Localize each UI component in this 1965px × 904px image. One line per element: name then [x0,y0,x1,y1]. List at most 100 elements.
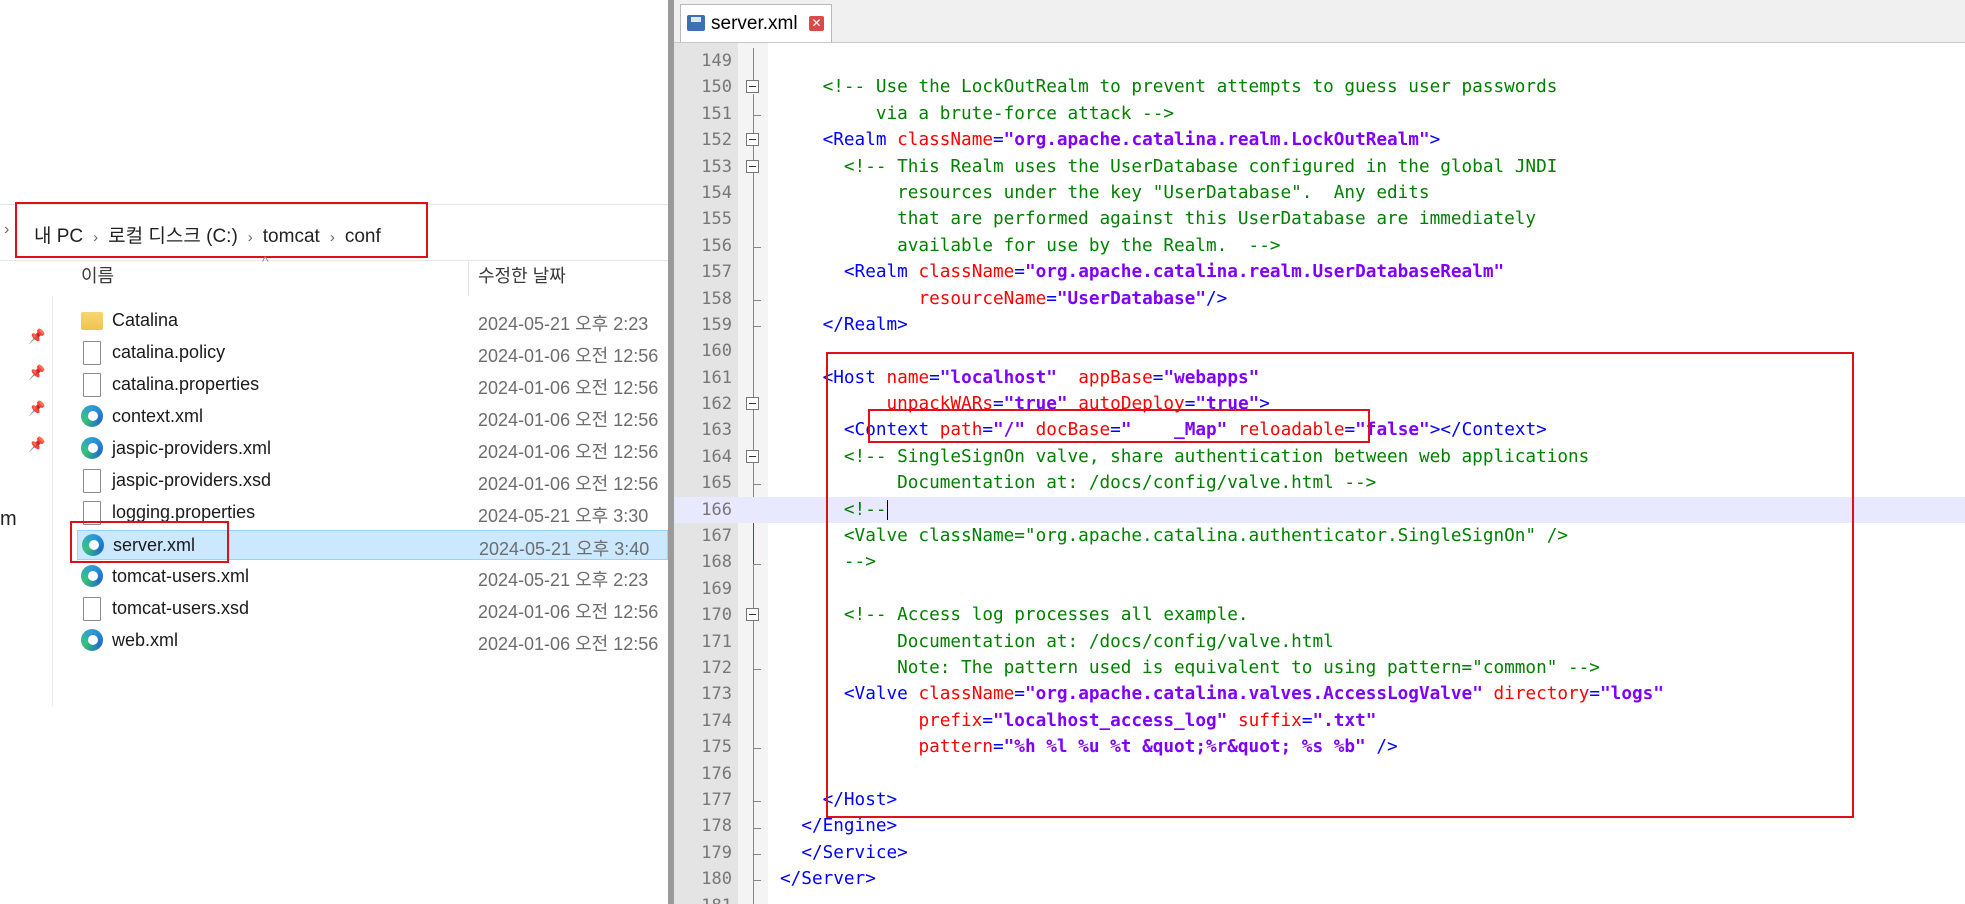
pin-icon[interactable]: 📌 [28,328,45,345]
address-bar[interactable]: › 내 PC › 로컬 디스크 (C:) › tomcat › conf [0,204,668,261]
code-line[interactable]: 150 <!-- Use the LockOutRealm to prevent… [674,74,1965,100]
code-token: " _Map" [1120,420,1228,441]
file-row-server-xml[interactable]: server.xml 2024-05-21 오후 3:40 [77,530,668,560]
file-row-jaspic-providers-xsd[interactable]: jaspic-providers.xsd 2024-01-06 오전 12:56 [77,466,668,496]
code-line[interactable]: 166 <!-- [674,496,1965,524]
file-name: jaspic-providers.xsd [112,470,272,490]
file-name: server.xml [113,535,196,555]
code-text: Documentation at: /docs/config/valve.htm… [780,470,1376,496]
code-line[interactable]: 167 <Valve className="org.apache.catalin… [674,523,1965,549]
code-line[interactable]: 170 <!-- Access log processes all exampl… [674,602,1965,628]
breadcrumb-item-local-disk[interactable]: 로컬 디스크 (C:) [108,226,238,247]
file-row-web-xml[interactable]: web.xml 2024-01-06 오전 12:56 [77,626,668,656]
code-line[interactable]: 171 Documentation at: /docs/config/valve… [674,629,1965,655]
code-line[interactable]: 176 [674,761,1965,787]
code-token: > [1429,130,1441,151]
file-row-tomcat-users-xml[interactable]: tomcat-users.xml 2024-05-21 오후 2:23 [77,562,668,592]
code-text: <!-- [780,497,888,523]
file-name: catalina.properties [112,374,260,394]
code-line[interactable]: 159 </Realm> [674,312,1965,338]
code-token: "logs" [1600,684,1664,705]
code-text: available for use by the Realm. --> [780,233,1280,259]
code-token: "localhost" [939,367,1057,388]
code-line[interactable]: 155 that are performed against this User… [674,206,1965,232]
file-row-logging-properties[interactable]: logging.properties 2024-05-21 오후 3:30 [77,498,668,528]
code-line[interactable]: 163 <Context path="/" docBase=" _Map" re… [674,417,1965,443]
code-text: resources under the key "UserDatabase". … [780,180,1429,206]
file-row-jaspic-providers-xml[interactable]: jaspic-providers.xml 2024-01-06 오전 12:56 [77,434,668,464]
code-line[interactable]: 175 pattern="%h %l %u %t &quot;%r&quot; … [674,734,1965,760]
code-line[interactable]: 178 </Engine> [674,813,1965,839]
line-number: 156 [701,235,732,256]
code-line[interactable]: 168 --> [674,549,1965,575]
code-text: <Host name="localhost" appBase="webapps" [780,365,1260,391]
column-header-modified-date[interactable]: 수정한 날짜 [478,262,566,294]
chevron-right-icon[interactable]: › [4,221,9,239]
file-date: 2024-05-21 오후 3:30 [478,506,649,526]
code-line[interactable]: 173 <Valve className="org.apache.catalin… [674,681,1965,707]
close-icon[interactable]: ✕ [809,16,824,31]
pin-icon[interactable]: 📌 [28,436,45,453]
file-row-context-xml[interactable]: context.xml 2024-01-06 오전 12:56 [77,402,668,432]
breadcrumb-item-tomcat[interactable]: tomcat [263,226,320,247]
code-line[interactable]: 149 [674,48,1965,74]
file-name: context.xml [112,406,204,426]
code-line[interactable]: 179 </Service> [674,840,1965,866]
file-row-catalina[interactable]: Catalina 2024-05-21 오후 2:23 [77,306,668,336]
code-line[interactable]: 164 <!-- SingleSignOn valve, share authe… [674,444,1965,470]
code-text: </Engine> [780,813,897,839]
code-text: <Realm className="org.apache.catalina.re… [780,127,1441,153]
file-row-catalina-policy[interactable]: catalina.policy 2024-01-06 오전 12:56 [77,338,668,368]
code-line[interactable]: 153 <!-- This Realm uses the UserDatabas… [674,154,1965,180]
code-line[interactable]: 177 </Host> [674,787,1965,813]
code-line[interactable]: 154 resources under the key "UserDatabas… [674,180,1965,206]
line-number: 170 [701,605,732,626]
pin-icon[interactable]: 📌 [28,364,45,381]
line-number: 152 [701,130,732,151]
code-line[interactable]: 174 prefix="localhost_access_log" suffix… [674,708,1965,734]
code-line[interactable]: 161 <Host name="localhost" appBase="weba… [674,365,1965,391]
code-line[interactable]: 151 via a brute-force attack --> [674,101,1965,127]
code-line[interactable]: 172 Note: The pattern used is equivalent… [674,655,1965,681]
code-line[interactable]: 165 Documentation at: /docs/config/valve… [674,470,1965,496]
code-line[interactable]: 160 [674,338,1965,364]
code-line[interactable]: 169 [674,576,1965,602]
line-number: 169 [701,578,732,599]
code-line[interactable]: 156 available for use by the Realm. --> [674,233,1965,259]
line-number: 155 [701,209,732,230]
line-number: 167 [701,526,732,547]
code-line[interactable]: 152 <Realm className="org.apache.catalin… [674,127,1965,153]
tab-server-xml[interactable]: server.xml ✕ [680,4,832,42]
line-number: 160 [701,341,732,362]
code-text: prefix="localhost_access_log" suffix=".t… [780,708,1376,734]
code-line[interactable]: 162 unpackWARs="true" autoDeploy="true"> [674,391,1965,417]
code-token: name [886,367,930,388]
code-token: = [1152,367,1164,388]
file-row-tomcat-users-xsd[interactable]: tomcat-users.xsd 2024-01-06 오전 12:56 [77,594,668,624]
code-text: </Service> [780,840,908,866]
code-line[interactable]: 157 <Realm className="org.apache.catalin… [674,259,1965,285]
column-divider[interactable] [468,262,469,296]
code-line[interactable]: 158 resourceName="UserDatabase"/> [674,286,1965,312]
code-line[interactable]: 180 </Server> [674,866,1965,892]
line-number: 177 [701,789,732,810]
breadcrumb-item-conf[interactable]: conf [345,226,381,247]
breadcrumb-item-this-pc[interactable]: 내 PC [34,226,83,247]
line-number: 150 [701,77,732,98]
code-token: = [992,737,1004,758]
file-name: tomcat-users.xsd [112,598,250,618]
code-area[interactable]: 149 150 <!-- Use the LockOutRealm to prev… [674,48,1965,904]
code-token: docBase [1035,420,1111,441]
code-line[interactable]: 181 [674,893,1965,904]
column-header-name[interactable]: 이름 [81,262,114,294]
code-token: = [1344,420,1356,441]
pin-icon[interactable]: 📌 [28,400,45,417]
code-token: <!-- This Realm uses the UserDatabase co… [843,156,1558,177]
file-row-catalina-properties[interactable]: catalina.properties 2024-01-06 오전 12:56 [77,370,668,400]
